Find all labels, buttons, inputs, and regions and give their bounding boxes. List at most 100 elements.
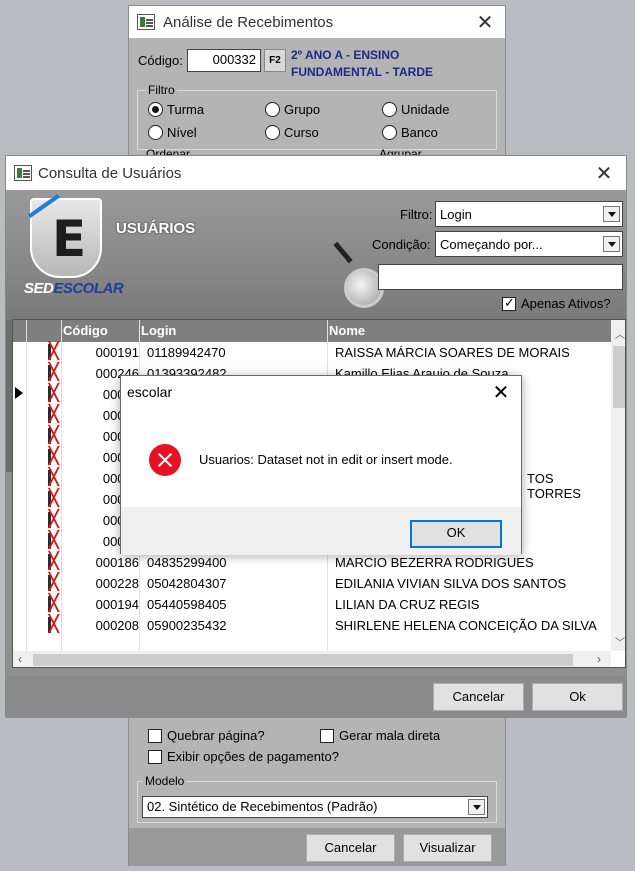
radio-unidade[interactable]: Unidade bbox=[382, 102, 449, 117]
chevron-left-icon[interactable]: ‹ bbox=[18, 652, 22, 666]
radio-label: Banco bbox=[401, 125, 438, 140]
user-status-icon bbox=[46, 530, 64, 550]
radio-label: Grupo bbox=[284, 102, 321, 117]
turma-desc-2: FUNDAMENTAL - TARDE bbox=[291, 65, 433, 79]
radio-dot bbox=[382, 125, 397, 140]
f2-button[interactable]: F2 bbox=[264, 49, 286, 72]
grid-header: Código Login Nome bbox=[13, 320, 625, 342]
chevron-down-icon[interactable] bbox=[603, 206, 620, 222]
radio-dot bbox=[148, 102, 163, 117]
chevron-right-icon[interactable]: › bbox=[597, 652, 601, 666]
radio-dot bbox=[265, 102, 280, 117]
cell-code: 000228 bbox=[95, 576, 139, 591]
col-nome[interactable]: Nome bbox=[329, 323, 365, 338]
logo-text: SEDESCOLAR bbox=[24, 280, 124, 297]
mala-direta-checkbox[interactable]: Gerar mala direta bbox=[320, 728, 440, 743]
radio-curso[interactable]: Curso bbox=[265, 125, 319, 140]
user-status-icon bbox=[46, 425, 64, 445]
user-status-icon bbox=[46, 488, 64, 508]
col-login[interactable]: Login bbox=[141, 323, 176, 338]
chevron-down-icon[interactable] bbox=[468, 799, 485, 815]
filtro-label: Filtro: bbox=[400, 207, 433, 222]
user-status-icon bbox=[46, 551, 64, 571]
modelo-select[interactable]: 02. Sintético de Recebimentos (Padrão) bbox=[142, 796, 488, 818]
mid-ok-button[interactable]: Ok bbox=[532, 683, 623, 711]
header-title: USUÁRIOS bbox=[116, 220, 196, 237]
quebrar-pagina-checkbox[interactable]: Quebrar página? bbox=[148, 728, 265, 743]
cell-code: 000186 bbox=[95, 555, 139, 570]
filtro-group-title: Filtro bbox=[146, 83, 177, 97]
apenas-ativos-checkbox[interactable]: Apenas Ativos? bbox=[502, 295, 611, 311]
cell-name: MARCIO BEZERRA RODRIGUES bbox=[335, 555, 534, 570]
scrollbar-thumb[interactable] bbox=[613, 346, 625, 408]
close-icon[interactable]: ✕ bbox=[473, 10, 497, 35]
mid-cancelar-button[interactable]: Cancelar bbox=[433, 683, 524, 711]
user-status-icon bbox=[46, 509, 64, 529]
radio-dot bbox=[265, 125, 280, 140]
checkbox-label: Exibir opções de pagamento? bbox=[167, 749, 340, 764]
dialog-ok-button[interactable]: OK bbox=[410, 520, 502, 548]
cell-name: EDILANIA VIVIAN SILVA DOS SANTOS bbox=[335, 576, 567, 591]
cell-login: 01189942470 bbox=[147, 345, 226, 360]
chevron-down-icon[interactable]: ﹀ bbox=[615, 634, 625, 649]
chevron-down-icon[interactable] bbox=[603, 236, 620, 252]
checkbox-box bbox=[502, 295, 516, 311]
cell-login: 04835299400 bbox=[147, 555, 227, 570]
scrollbar-thumb[interactable] bbox=[33, 654, 573, 666]
vertical-scrollbar[interactable]: ︿ ﹀ bbox=[611, 320, 625, 651]
chevron-up-icon[interactable]: ︿ bbox=[615, 326, 625, 341]
table-row[interactable]: 000228 05042804307 EDILANIA VIVIAN SILVA D… bbox=[13, 572, 603, 594]
visualizar-button[interactable]: Visualizar bbox=[403, 834, 492, 862]
close-icon[interactable]: ✕ bbox=[592, 161, 616, 186]
logo-text-part2: ESCOLAR bbox=[53, 280, 124, 297]
table-row[interactable]: 000191 01189942470 RAISSA MÁRCIA SOARES DE… bbox=[13, 341, 603, 363]
exibir-pagamento-checkbox[interactable]: Exibir opções de pagamento? bbox=[148, 749, 339, 764]
checkbox-label: Quebrar página? bbox=[167, 728, 265, 743]
title-bar: Análise de Recebimentos ✕ bbox=[129, 6, 505, 38]
condicao-value: Começando por... bbox=[440, 237, 543, 252]
search-input[interactable] bbox=[378, 264, 623, 290]
horizontal-scrollbar[interactable]: ‹ › bbox=[13, 651, 611, 667]
user-status-icon bbox=[46, 446, 64, 466]
cell-login: 05440598405 bbox=[147, 597, 227, 612]
filtro-group bbox=[137, 90, 497, 150]
error-message: Usuarios: Dataset not in edit or insert … bbox=[199, 452, 453, 467]
radio-banco[interactable]: Banco bbox=[382, 125, 438, 140]
codigo-field[interactable]: 000332 bbox=[187, 49, 261, 72]
cell-login: 05042804307 bbox=[147, 576, 227, 591]
error-dialog: escolar ✕ Usuarios: Dataset not in edit … bbox=[120, 375, 522, 555]
window-title: Consulta de Usuários bbox=[38, 165, 182, 182]
radio-nivel[interactable]: Nível bbox=[148, 125, 197, 140]
table-row[interactable]: 000208 05900235432 SHIRLENE HELENA CONCEIÇ… bbox=[13, 614, 603, 636]
cell-name: SHIRLENE HELENA CONCEIÇÃO DA SILVA bbox=[335, 618, 597, 633]
user-status-icon bbox=[46, 572, 64, 592]
close-icon[interactable]: ✕ bbox=[489, 380, 513, 405]
checkbox-box bbox=[148, 749, 162, 764]
table-row[interactable]: 000194 05440598405 LILIAN DA CRUZ REGIS bbox=[13, 593, 603, 615]
radio-label: Nível bbox=[167, 125, 197, 140]
radio-grupo[interactable]: Grupo bbox=[265, 102, 320, 117]
cell-code: 000208 bbox=[95, 618, 139, 633]
window-title: Análise de Recebimentos bbox=[163, 14, 334, 31]
logo-text-part1: SED bbox=[24, 280, 54, 297]
condicao-select[interactable]: Começando por... bbox=[435, 231, 623, 257]
filtro-select[interactable]: Login bbox=[435, 201, 623, 227]
error-icon bbox=[149, 444, 181, 476]
radio-label: Curso bbox=[284, 125, 319, 140]
col-codigo[interactable]: Código bbox=[63, 323, 108, 338]
user-status-icon bbox=[46, 341, 64, 361]
modelo-value: 02. Sintético de Recebimentos (Padrão) bbox=[147, 799, 378, 814]
app-icon bbox=[14, 165, 32, 181]
turma-desc-1: 2º ANO A - ENSINO bbox=[291, 48, 400, 62]
cell-code: 000191 bbox=[95, 345, 139, 360]
radio-dot bbox=[148, 125, 163, 140]
cell-code: 000194 bbox=[95, 597, 139, 612]
codigo-label: Código: bbox=[138, 53, 183, 68]
app-icon bbox=[137, 14, 155, 30]
table-row[interactable]: 000186 04835299400 MARCIO BEZERRA RODRIGUE… bbox=[13, 551, 603, 573]
cell-login: 05900235432 bbox=[147, 618, 227, 633]
radio-turma[interactable]: Turma bbox=[148, 102, 204, 117]
user-status-icon bbox=[46, 362, 64, 382]
back-cancelar-button[interactable]: Cancelar bbox=[306, 834, 395, 862]
checkbox-box bbox=[320, 728, 334, 743]
